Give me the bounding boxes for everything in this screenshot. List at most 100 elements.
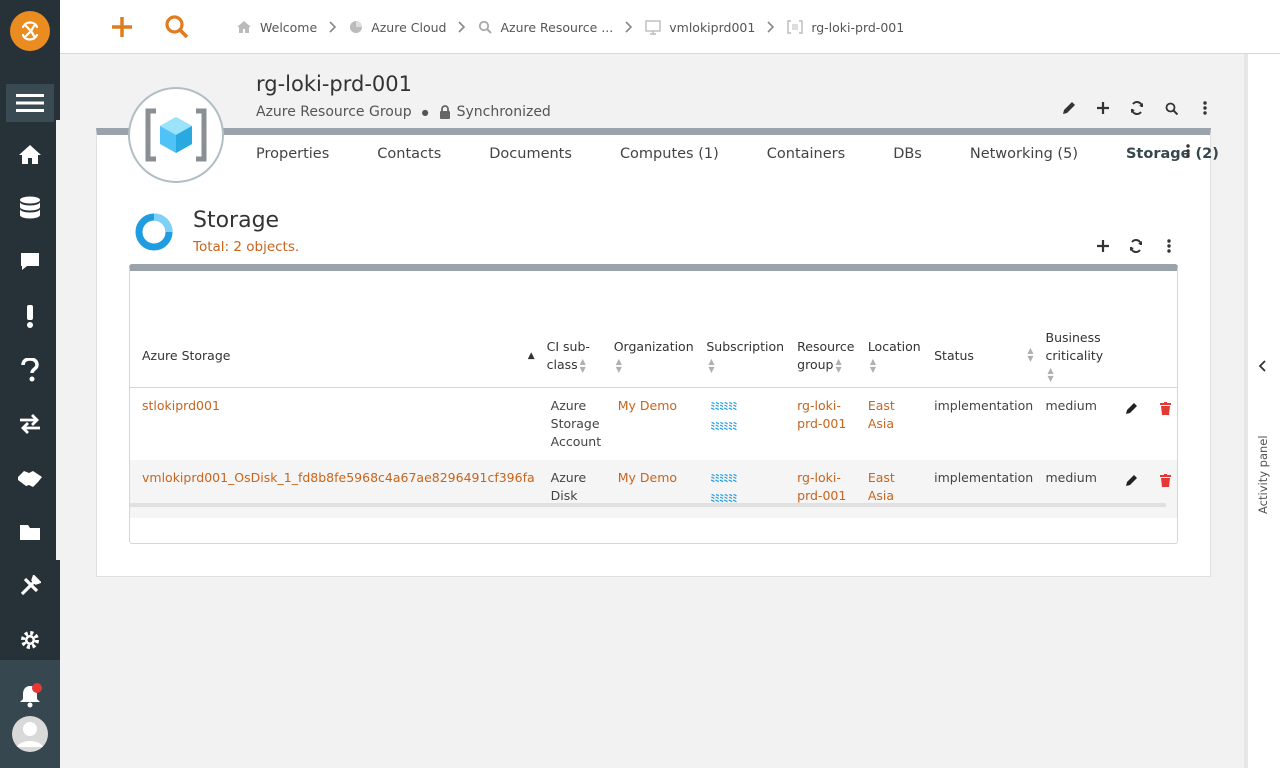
plus-icon[interactable]: [1092, 98, 1114, 118]
tab-properties[interactable]: Properties: [256, 146, 329, 162]
object-subtitle: Azure Resource Group ● Synchronized: [256, 104, 551, 120]
column-header-business-criticality[interactable]: Business criticality ▲ ▼: [1039, 325, 1111, 388]
nav-scrollbar[interactable]: [56, 120, 60, 560]
column-label: Azure Storage: [142, 348, 231, 363]
bell-icon[interactable]: [0, 676, 60, 716]
chevron-right-icon: [767, 21, 775, 33]
column-label: Resource group: [797, 339, 855, 372]
storage-donut-icon: [133, 211, 175, 257]
plus-icon[interactable]: [107, 12, 137, 42]
section-total: Total: 2 objects.: [193, 239, 300, 255]
search-icon[interactable]: [1160, 98, 1182, 118]
refresh-icon[interactable]: [1126, 98, 1148, 118]
breadcrumb-label: Azure Resource ...: [500, 19, 614, 35]
plus-icon[interactable]: [1092, 236, 1114, 256]
sort-icon[interactable]: ▲ ▼: [580, 357, 586, 374]
ci-subclass-cell: Azure Storage Account: [550, 398, 602, 449]
horizontal-scrollbar[interactable]: [130, 503, 1166, 507]
column-header-organization[interactable]: Organization ▲ ▼: [607, 325, 701, 388]
resource-group-icon: [128, 87, 224, 183]
exchange-icon[interactable]: [0, 404, 60, 444]
app-logo-icon[interactable]: [10, 11, 50, 51]
breadcrumb-item-azure-cloud[interactable]: Azure Cloud: [349, 20, 446, 35]
sort-icon[interactable]: ▲ ▼: [1027, 347, 1033, 363]
resource-group-icon: [787, 20, 804, 34]
home-icon[interactable]: [0, 134, 60, 174]
object-type: Azure Resource Group: [256, 104, 412, 120]
column-header-azure-storage[interactable]: Azure Storage ▲: [130, 325, 541, 388]
status-cell: implementation: [928, 460, 1040, 518]
tools-icon[interactable]: [0, 566, 60, 606]
column-label: Organization: [613, 339, 694, 354]
top-bar: Welcome Azure Cloud Azure Resource ... v…: [60, 0, 1280, 54]
breadcrumb-item-azure-resource[interactable]: Azure Resource ...: [478, 20, 613, 35]
avatar-icon[interactable]: [0, 714, 60, 754]
storage-table: Azure Storage ▲ CI sub-class ▲ ▼ Organizat…: [130, 325, 1177, 518]
tab-storage[interactable]: Storage (2): [1126, 146, 1219, 162]
settings-icon[interactable]: [0, 620, 60, 660]
table-row: stlokiprd001 Azure Storage Account My De…: [130, 388, 1177, 461]
sort-icon[interactable]: ▲ ▼: [835, 357, 841, 374]
storage-name-link[interactable]: stlokiprd001: [142, 398, 220, 413]
activity-panel[interactable]: Activity panel: [1244, 54, 1280, 768]
handshake-icon[interactable]: [0, 458, 60, 498]
alert-icon[interactable]: [0, 296, 60, 336]
delete-icon[interactable]: [1159, 402, 1171, 418]
chevron-left-icon[interactable]: [1258, 360, 1268, 376]
tab-documents[interactable]: Documents: [489, 146, 572, 162]
location-link[interactable]: East Asia: [868, 398, 895, 431]
edit-icon[interactable]: [1125, 475, 1138, 490]
activity-panel-label: Activity panel: [1256, 435, 1270, 514]
column-header-resource-group[interactable]: Resource group ▲ ▼: [791, 325, 862, 388]
more-vert-icon[interactable]: [1186, 144, 1190, 162]
breadcrumb-item-welcome[interactable]: Welcome: [236, 20, 317, 35]
column-header-subscription[interactable]: Subscription ▲ ▼: [700, 325, 792, 388]
refresh-icon[interactable]: [1125, 236, 1147, 256]
tab-containers[interactable]: Containers: [767, 146, 845, 162]
column-label: Status: [934, 348, 974, 363]
column-header-status[interactable]: Status ▲ ▼: [928, 325, 1040, 388]
column-header-location[interactable]: Location ▲ ▼: [861, 325, 929, 388]
database-icon[interactable]: [0, 188, 60, 228]
menu-icon[interactable]: [6, 84, 54, 122]
help-icon[interactable]: [0, 350, 60, 390]
chevron-right-icon: [458, 21, 466, 33]
subscription-cell-redacted: ﾐﾐﾐﾐﾐﾐ ﾐﾐﾐﾐﾐﾐ: [700, 460, 792, 518]
sort-icon[interactable]: ▲ ▼: [870, 357, 876, 374]
edit-icon[interactable]: [1058, 98, 1080, 118]
nav-bottom: [0, 660, 60, 768]
table-row: vmlokiprd001_OsDisk_1_fd8b8fe5968c4a67ae…: [130, 460, 1177, 518]
column-header-actions: [1110, 325, 1177, 388]
tab-computes[interactable]: Computes (1): [620, 146, 719, 162]
tab-dbs[interactable]: DBs: [893, 146, 922, 162]
more-vert-icon[interactable]: [1194, 98, 1216, 118]
organization-link[interactable]: My Demo: [618, 470, 677, 485]
breadcrumb-item-vm[interactable]: vmlokiprd001: [645, 20, 755, 35]
storage-name-link[interactable]: vmlokiprd001_OsDisk_1_fd8b8fe5968c4a67ae…: [142, 470, 535, 485]
sort-icon[interactable]: ▲ ▼: [616, 357, 622, 374]
section-actions: [1081, 236, 1180, 256]
sort-icon[interactable]: ▲ ▼: [1048, 366, 1054, 383]
breadcrumb-label: vmlokiprd001: [669, 19, 756, 35]
tab-networking[interactable]: Networking (5): [970, 146, 1078, 162]
breadcrumb-item-resource-group[interactable]: rg-loki-prd-001: [787, 20, 904, 35]
delete-icon[interactable]: [1159, 474, 1171, 490]
sort-asc-icon[interactable]: ▲: [528, 347, 535, 365]
storage-table-container: Azure Storage ▲ CI sub-class ▲ ▼ Organizat…: [129, 264, 1178, 544]
pie-chart-icon: [349, 20, 363, 34]
resource-group-link[interactable]: rg-loki-prd-001: [797, 398, 846, 431]
left-navigation: [0, 0, 60, 768]
search-icon[interactable]: [162, 12, 192, 42]
edit-icon[interactable]: [1125, 403, 1138, 418]
resource-group-link[interactable]: rg-loki-prd-001: [797, 470, 846, 503]
location-link[interactable]: East Asia: [868, 470, 895, 503]
more-vert-icon[interactable]: [1158, 236, 1180, 256]
column-label: Location: [867, 339, 921, 354]
chat-icon[interactable]: [0, 242, 60, 282]
folder-icon[interactable]: [0, 512, 60, 552]
organization-link[interactable]: My Demo: [618, 398, 677, 413]
column-header-ci-subclass[interactable]: CI sub-class ▲ ▼: [540, 325, 608, 388]
tab-contacts[interactable]: Contacts: [377, 146, 441, 162]
table-header-row: Azure Storage ▲ CI sub-class ▲ ▼ Organizat…: [130, 325, 1177, 388]
sort-icon[interactable]: ▲ ▼: [708, 357, 714, 374]
